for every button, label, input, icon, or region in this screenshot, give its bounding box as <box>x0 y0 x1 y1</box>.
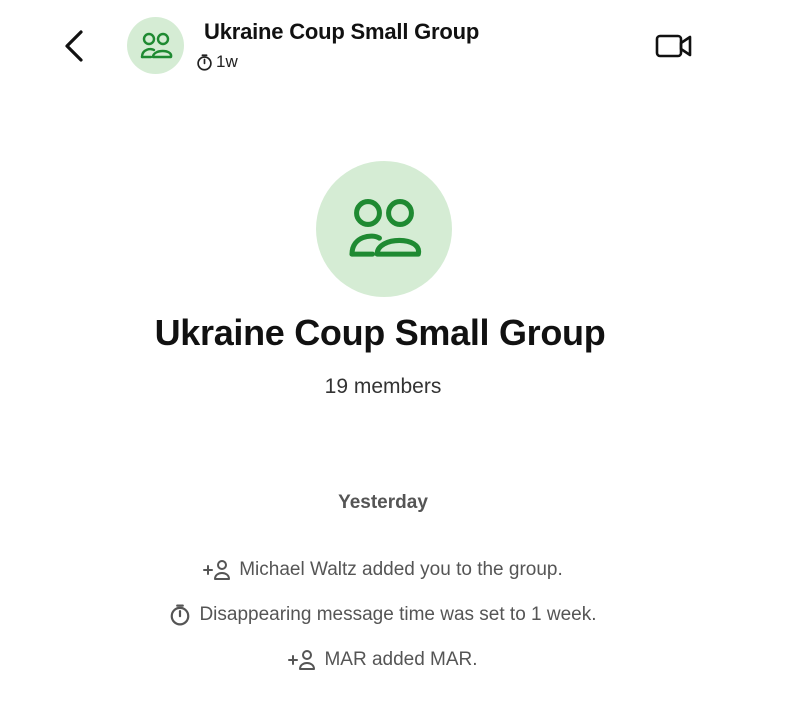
event-text: Disappearing message time was set to 1 w… <box>199 604 597 625</box>
video-call-button[interactable] <box>652 28 696 64</box>
add-person-icon <box>288 649 316 671</box>
disappearing-timer[interactable]: 1w <box>196 52 238 72</box>
group-profile-avatar[interactable] <box>316 161 452 297</box>
back-button[interactable] <box>56 24 92 68</box>
group-name: Ukraine Coup Small Group <box>154 312 606 353</box>
system-event: Michael Waltz added you to the group. <box>0 559 766 581</box>
add-person-icon <box>203 559 231 581</box>
header-title[interactable]: Ukraine Coup Small Group <box>204 19 479 45</box>
timer-icon <box>169 604 191 626</box>
event-text: MAR added MAR. <box>324 649 478 670</box>
group-icon <box>349 199 421 257</box>
timer-label: 1w <box>216 52 238 71</box>
video-camera-icon <box>655 34 692 58</box>
conversation-header: Ukraine Coup Small Group 1w <box>0 0 800 92</box>
timer-icon <box>197 53 212 71</box>
system-event: MAR added MAR. <box>0 649 766 671</box>
group-icon <box>140 32 172 58</box>
member-count[interactable]: 19 members <box>0 375 766 399</box>
system-event: Disappearing message time was set to 1 w… <box>0 604 766 626</box>
group-avatar[interactable] <box>127 17 184 74</box>
chevron-left-icon <box>65 30 83 62</box>
date-divider: Yesterday <box>338 492 428 513</box>
event-text: Michael Waltz added you to the group. <box>239 559 563 580</box>
